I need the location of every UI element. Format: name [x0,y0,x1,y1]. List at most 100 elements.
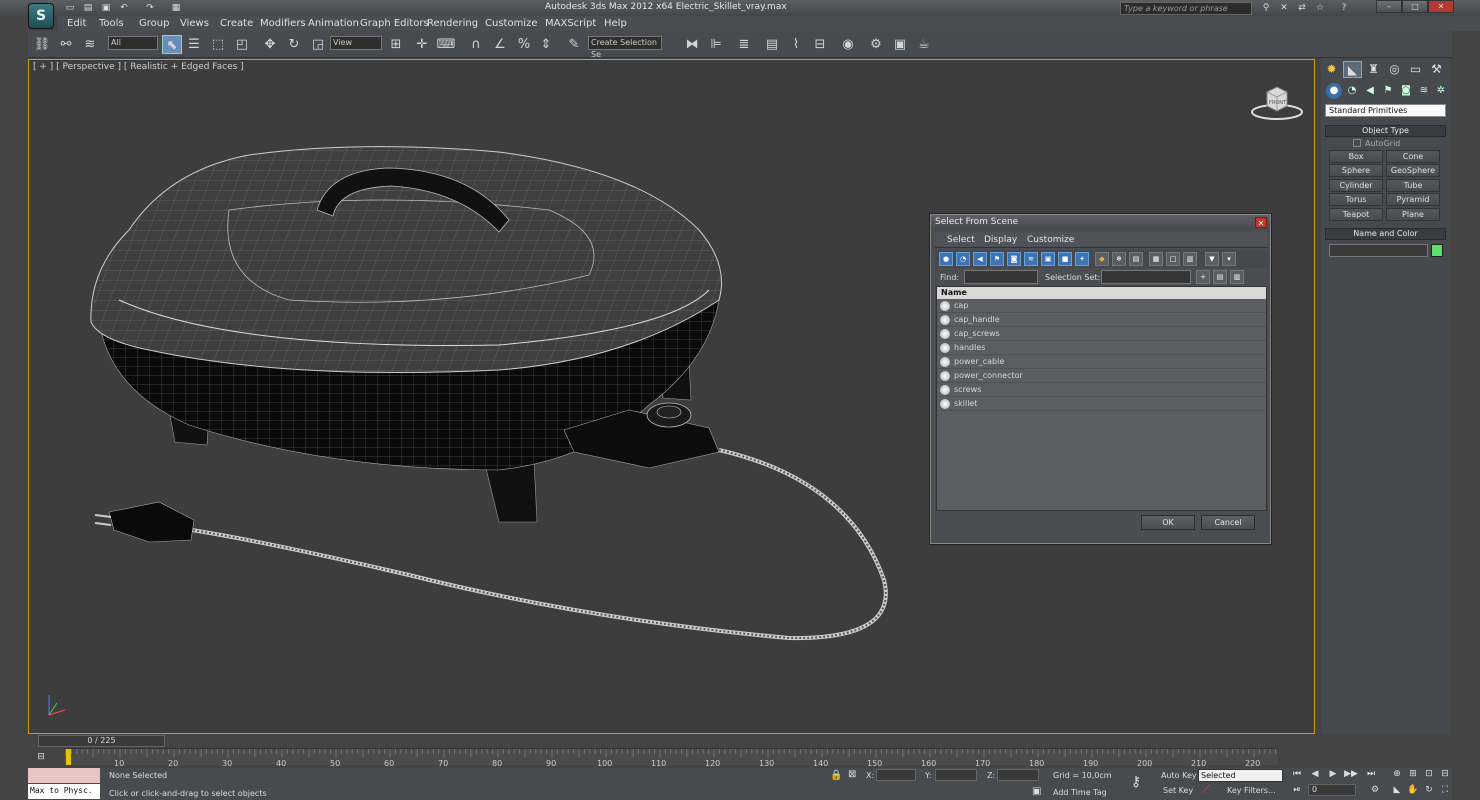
open-file-icon[interactable]: ▤ [80,1,96,15]
object-name-input[interactable] [1329,244,1428,257]
list-item[interactable]: cap [937,300,1266,313]
z-coordinate-input[interactable] [997,769,1039,781]
containers-filter-icon[interactable]: ◆ [1095,252,1109,266]
utilities-tab-icon[interactable]: ⚒ [1427,61,1446,78]
find-input[interactable] [964,270,1038,284]
time-tag-icon[interactable]: ▣ [1032,786,1041,797]
box-button[interactable]: Box [1329,150,1383,163]
current-frame-input[interactable]: 0 [1308,784,1356,796]
scale-icon[interactable]: ◲ [308,35,328,54]
list-item[interactable]: cap_screws [937,328,1266,341]
menu-animation[interactable]: Animation [308,18,359,29]
name-and-color-rollout[interactable]: Name and Color [1325,228,1446,240]
set-key-icon[interactable]: ⟋ [1202,783,1210,797]
display-all-icon[interactable]: ▦ [1149,252,1163,266]
snaps-toggle-icon[interactable]: ∩ [466,35,486,54]
tube-button[interactable]: Tube [1386,179,1440,192]
absolute-mode-icon[interactable]: ⊠ [848,769,856,780]
menu-views[interactable]: Views [180,18,209,29]
reference-coordinate-dropdown[interactable]: View [330,36,382,50]
filter-funnel-icon[interactable]: ▼ [1205,252,1219,266]
render-setup-icon[interactable]: ⚙ [866,35,886,54]
xrefs-filter-icon[interactable]: ■ [1058,252,1072,266]
space-warps-filter-icon[interactable]: ≋ [1024,252,1038,266]
rectangular-selection-icon[interactable]: ⬚ [208,35,228,54]
layer-manager-icon[interactable]: ≣ [734,35,754,54]
bones-filter-icon[interactable]: ✦ [1075,252,1089,266]
cameras-icon[interactable]: ⚑ [1380,83,1396,99]
systems-icon[interactable]: ✲ [1433,83,1449,99]
go-to-start-icon[interactable]: ⏮ [1290,768,1304,780]
key-mode-dropdown[interactable]: Selected [1198,769,1283,782]
undo-icon[interactable]: ↶ [116,1,132,15]
exchange-icon[interactable]: ⇄ [1294,1,1310,15]
create-tab-icon[interactable]: ✹ [1322,61,1341,78]
key-mode-toggle-icon[interactable]: ⏯ [1290,784,1304,796]
next-frame-icon[interactable]: ▶▶ [1344,768,1358,780]
select-manipulate-icon[interactable]: ✛ [412,35,432,54]
menu-customize[interactable]: Customize [485,18,538,29]
track-bar-ruler[interactable]: 10 20 30 40 50 60 70 80 90 100 110 120 1… [64,748,1278,768]
hierarchy-tab-icon[interactable]: ♜ [1364,61,1383,78]
time-slider[interactable]: 0 / 225 [38,735,165,747]
groups-filter-icon[interactable]: ▣ [1041,252,1055,266]
frozen-filter-icon[interactable]: ❄ [1112,252,1126,266]
save-icon[interactable]: ▣ [98,1,114,15]
angle-snap-icon[interactable]: ∠ [490,35,510,54]
viewcube-icon[interactable]: FRONT [1251,80,1303,120]
dialog-menu-customize[interactable]: Customize [1027,235,1074,245]
sphere-button[interactable]: Sphere [1329,164,1383,177]
maxscript-listener-mini[interactable] [28,768,100,783]
dialog-close-button[interactable]: ✕ [1255,217,1267,228]
motion-tab-icon[interactable]: ◎ [1385,61,1404,78]
app-logo[interactable]: S [28,3,54,29]
minimize-button[interactable]: – [1376,0,1402,13]
material-editor-icon[interactable]: ◉ [838,35,858,54]
modify-tab-icon[interactable]: ◣ [1343,61,1362,78]
menu-group[interactable]: Group [139,18,169,29]
ok-button[interactable]: OK [1141,515,1195,530]
geometry-icon[interactable]: ● [1326,83,1342,99]
communication-icon[interactable]: ✕ [1276,1,1292,15]
favorites-icon[interactable]: ☆ [1312,1,1328,15]
schematic-view-icon[interactable]: ⊟ [810,35,830,54]
maximize-viewport-icon[interactable]: ⛶ [1438,784,1452,796]
autogrid-checkbox[interactable]: AutoGrid [1353,139,1400,148]
object-type-rollout[interactable]: Object Type [1325,125,1446,137]
list-item[interactable]: skillet [937,398,1266,411]
selection-set-dropdown[interactable] [1101,270,1191,284]
helpers-icon[interactable]: ◙ [1398,83,1414,99]
menu-create[interactable]: Create [220,18,253,29]
field-of-view-icon[interactable]: ◣ [1390,784,1404,796]
set-key-mode-icon[interactable]: ⚷ [1131,774,1141,790]
window-crossing-icon[interactable]: ◰ [232,35,252,54]
dialog-menu-select[interactable]: Select [947,235,975,245]
set-key-button[interactable]: Set Key [1163,786,1193,795]
curve-editor-icon[interactable]: ⌇ [786,35,806,54]
torus-button[interactable]: Torus [1329,193,1383,206]
cameras-filter-icon[interactable]: ⚑ [990,252,1004,266]
y-coordinate-input[interactable] [935,769,977,781]
named-selection-set-dropdown[interactable]: Create Selection Se [588,36,662,59]
select-object-icon[interactable]: ⬉ [162,35,182,54]
project-folder-icon[interactable]: ▦ [168,1,184,15]
plane-button[interactable]: Plane [1386,208,1440,221]
dialog-menu-display[interactable]: Display [984,235,1017,245]
pivot-center-icon[interactable]: ⊞ [386,35,406,54]
binoculars-icon[interactable]: ⚲ [1258,1,1274,15]
name-column-header[interactable]: Name [937,287,1266,299]
graphite-ribbon-icon[interactable]: ▤ [762,35,782,54]
add-time-tag[interactable]: Add Time Tag [1053,788,1107,797]
maximize-button[interactable]: □ [1402,0,1428,13]
spinner-snap-icon[interactable]: ⇕ [536,35,556,54]
close-window-button[interactable]: ✕ [1428,0,1454,13]
zoom-all-icon[interactable]: ⊞ [1406,768,1420,780]
menu-tools[interactable]: Tools [99,18,124,29]
invert-display-icon[interactable]: ▥ [1183,252,1197,266]
menu-rendering[interactable]: Rendering [427,18,478,29]
link-icon[interactable]: ⛓ [32,35,52,54]
menu-edit[interactable]: Edit [67,18,86,29]
display-tab-icon[interactable]: ▭ [1406,61,1425,78]
create-selection-set-icon[interactable]: + [1196,270,1210,284]
zoom-extents-all-icon[interactable]: ⊟ [1438,768,1452,780]
